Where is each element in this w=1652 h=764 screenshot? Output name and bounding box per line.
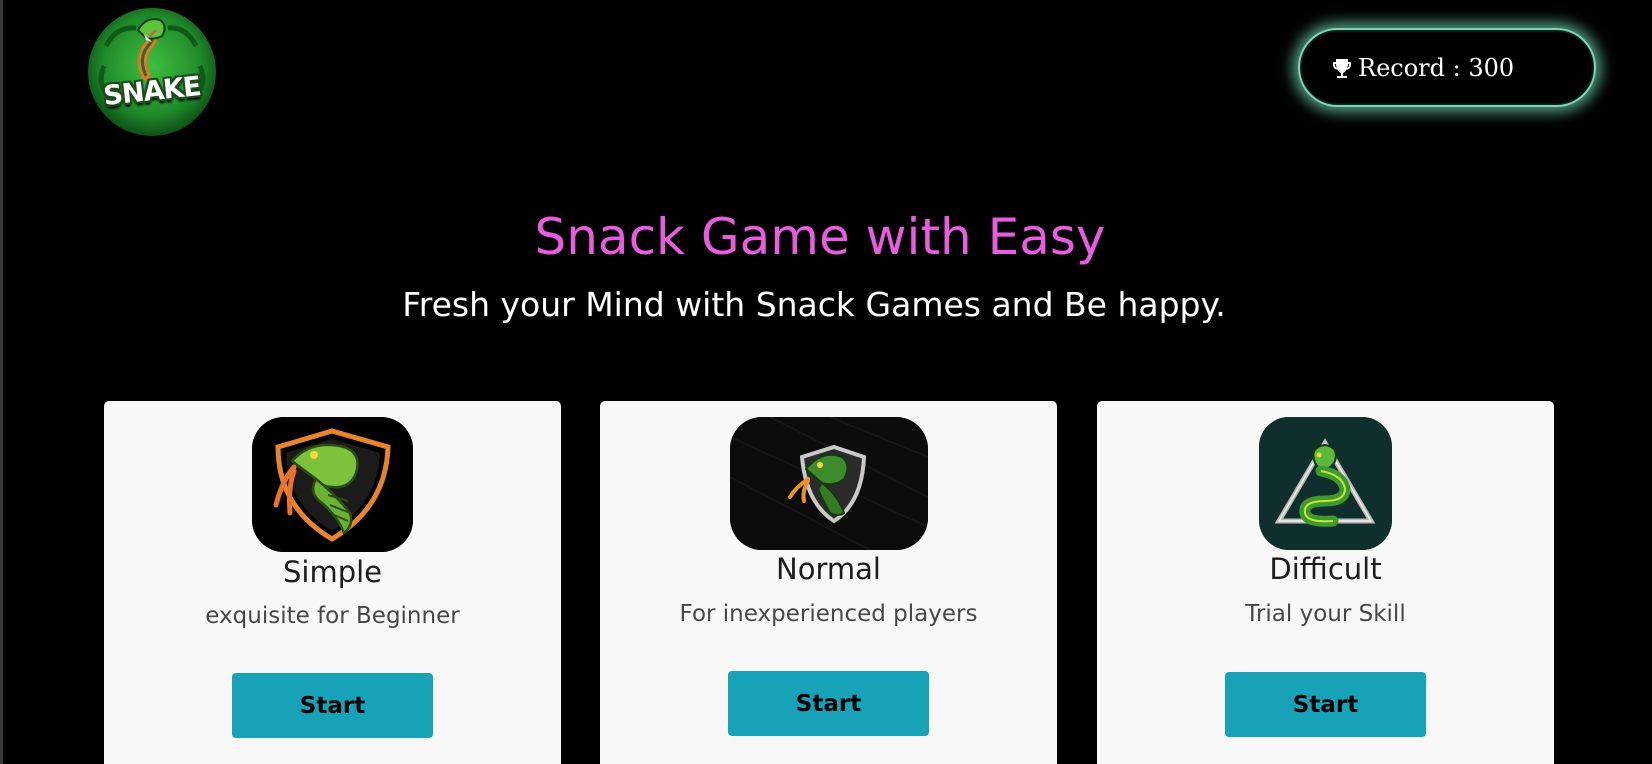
start-button-difficult[interactable]: Start (1225, 672, 1426, 737)
level-description: Trial your Skill (1245, 601, 1406, 627)
level-title: Difficult (1269, 552, 1382, 586)
level-description: For inexperienced players (679, 601, 978, 627)
record-display[interactable]: Record : 300 (1298, 28, 1596, 107)
snake-shield-orange-icon (252, 417, 413, 552)
hero-subtitle: Fresh your Mind with Snack Games and Be … (0, 285, 1652, 324)
snake-triangle-icon (1259, 417, 1392, 550)
level-title: Normal (776, 552, 881, 586)
snake-logo[interactable]: SNAKE (86, 6, 218, 138)
window-left-border (0, 0, 3, 764)
snake-shield-silver-icon (730, 417, 928, 550)
record-text: Record : 300 (1358, 53, 1515, 82)
level-card-simple: Simple exquisite for Beginner Start (104, 401, 561, 764)
trophy-icon (1330, 56, 1354, 80)
hero-subtitle-text: Fresh your Mind with Snack Games and Be … (402, 285, 1226, 324)
start-button-simple[interactable]: Start (232, 673, 433, 738)
level-description: exquisite for Beginner (205, 603, 460, 629)
level-card-difficult: Difficult Trial your Skill Start (1097, 401, 1554, 764)
hero-title: Snack Game with Easy (0, 210, 1652, 265)
level-title: Simple (282, 555, 383, 589)
start-button-normal[interactable]: Start (728, 671, 929, 736)
level-card-normal: Normal For inexperienced players Start (600, 401, 1057, 764)
hero-title-text: Snack Game with Easy (534, 208, 1106, 266)
